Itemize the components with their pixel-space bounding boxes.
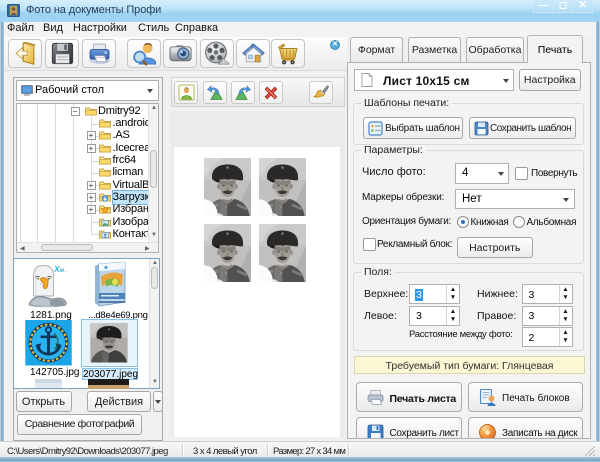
svg-text:Хм...: Хм...: [53, 264, 67, 274]
